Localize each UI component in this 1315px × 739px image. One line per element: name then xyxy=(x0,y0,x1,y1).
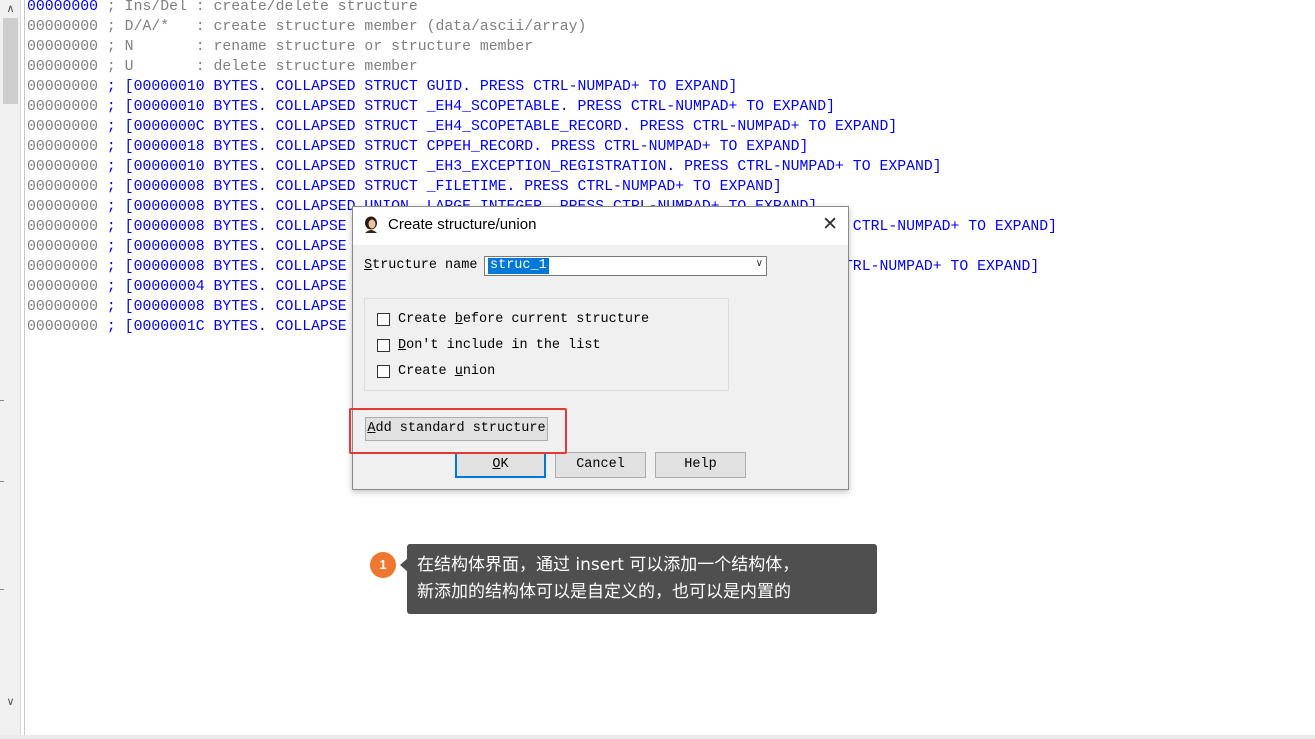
scrollbar-marker xyxy=(0,400,4,401)
listing-comment: ; N : rename structure or structure memb… xyxy=(98,39,534,55)
ida-app-icon xyxy=(365,216,377,233)
listing-line[interactable]: 00000000 ; [00000010 BYTES. COLLAPSED ST… xyxy=(27,157,1057,177)
listing-address: 00000000 xyxy=(27,179,99,195)
listing-address: 00000000 xyxy=(27,19,99,35)
listing-address: 00000000 xyxy=(27,239,99,255)
structure-name-value[interactable]: struc_1 xyxy=(488,258,549,274)
listing-address: 00000000 xyxy=(27,279,99,295)
listing-address: 00000000 xyxy=(27,159,99,175)
listing-address: 00000000 xyxy=(27,219,99,235)
dialog-titlebar[interactable]: Create structure/union ✕ xyxy=(353,207,848,245)
listing-line[interactable]: 00000000 ; Ins/Del : create/delete struc… xyxy=(27,0,1057,17)
listing-line[interactable]: 00000000 ; [0000000C BYTES. COLLAPSED ST… xyxy=(27,117,1057,137)
listing-comment: ; U : delete structure member xyxy=(98,59,418,75)
listing-line[interactable]: 00000000 ; [00000010 BYTES. COLLAPSED ST… xyxy=(27,77,1057,97)
listing-comment: ; [00000010 BYTES. COLLAPSED STRUCT GUID… xyxy=(98,79,738,95)
checkbox-label[interactable]: Don't include in the list xyxy=(398,338,601,353)
checkbox-box[interactable] xyxy=(377,313,390,326)
ok-button[interactable]: OK xyxy=(455,452,546,478)
scrollbar-marker xyxy=(0,481,4,482)
chevron-down-icon[interactable]: ∨ xyxy=(756,258,763,269)
listing-address: 00000000 xyxy=(27,59,99,75)
listing-comment: ; [00000018 BYTES. COLLAPSED STRUCT CPPE… xyxy=(98,139,809,155)
listing-line[interactable]: 00000000 ; [00000010 BYTES. COLLAPSED ST… xyxy=(27,97,1057,117)
options-group: Create before current structure Don't in… xyxy=(364,298,729,391)
horizontal-scrollbar[interactable] xyxy=(0,735,1315,739)
listing-address: 00000000 xyxy=(27,0,99,15)
annotation-callout: 在结构体界面，通过 insert 可以添加一个结构体， 新添加的结构体可以是自定… xyxy=(407,544,877,614)
help-button[interactable]: Help xyxy=(655,452,746,478)
listing-address: 00000000 xyxy=(27,199,99,215)
listing-address: 00000000 xyxy=(27,39,99,55)
listing-line[interactable]: 00000000 ; [00000008 BYTES. COLLAPSED ST… xyxy=(27,177,1057,197)
listing-address: 00000000 xyxy=(27,119,99,135)
checkbox-box[interactable] xyxy=(377,339,390,352)
gutter-divider xyxy=(24,0,25,735)
listing-comment: ; [00000010 BYTES. COLLAPSED STRUCT _EH3… xyxy=(98,159,942,175)
checkbox-label[interactable]: Create before current structure xyxy=(398,312,649,327)
listing-address: 00000000 xyxy=(27,259,99,275)
vertical-scrollbar[interactable]: ∧ ∨ xyxy=(0,0,21,739)
scrollbar-marker xyxy=(0,589,4,590)
listing-address: 00000000 xyxy=(27,79,99,95)
listing-comment: ; [00000008 BYTES. COLLAPSE xyxy=(98,239,347,255)
listing-line[interactable]: 00000000 ; N : rename structure or struc… xyxy=(27,37,1057,57)
listing-line[interactable]: 00000000 ; U : delete structure member xyxy=(27,57,1057,77)
structure-name-label: Structure name xyxy=(364,258,478,273)
checkbox-box[interactable] xyxy=(377,365,390,378)
listing-address: 00000000 xyxy=(27,139,99,155)
highlight-frame xyxy=(349,408,567,454)
listing-line[interactable]: 00000000 ; [00000018 BYTES. COLLAPSED ST… xyxy=(27,137,1057,157)
listing-comment: ; [0000000C BYTES. COLLAPSED STRUCT _EH4… xyxy=(98,119,898,135)
close-icon[interactable]: ✕ xyxy=(822,213,838,235)
listing-comment: ; [00000010 BYTES. COLLAPSED STRUCT _EH4… xyxy=(98,99,836,115)
callout-line-1: 在结构体界面，通过 insert 可以添加一个结构体， xyxy=(417,555,800,575)
scrollbar-thumb[interactable] xyxy=(3,18,18,104)
cancel-button[interactable]: Cancel xyxy=(555,452,646,478)
structure-name-combobox[interactable]: struc_1 ∨ xyxy=(484,256,767,276)
listing-comment: ; [00000008 BYTES. COLLAPSED STRUCT _FIL… xyxy=(98,179,782,195)
step-badge: 1 xyxy=(370,552,396,578)
listing-address: 00000000 xyxy=(27,299,99,315)
checkbox-label[interactable]: Create union xyxy=(398,364,495,379)
listing-comment: ; D/A/* : create structure member (data/… xyxy=(98,19,587,35)
listing-address: 00000000 xyxy=(27,319,99,335)
scroll-down-arrow-icon[interactable]: ∨ xyxy=(0,693,21,711)
callout-line-2: 新添加的结构体可以是自定义的，也可以是内置的 xyxy=(417,582,791,602)
listing-address: 00000000 xyxy=(27,99,99,115)
dialog-title: Create structure/union xyxy=(388,216,537,233)
scroll-up-arrow-icon[interactable]: ∧ xyxy=(0,0,21,18)
listing-line[interactable]: 00000000 ; D/A/* : create structure memb… xyxy=(27,17,1057,37)
listing-comment: ; Ins/Del : create/delete structure xyxy=(98,0,418,15)
